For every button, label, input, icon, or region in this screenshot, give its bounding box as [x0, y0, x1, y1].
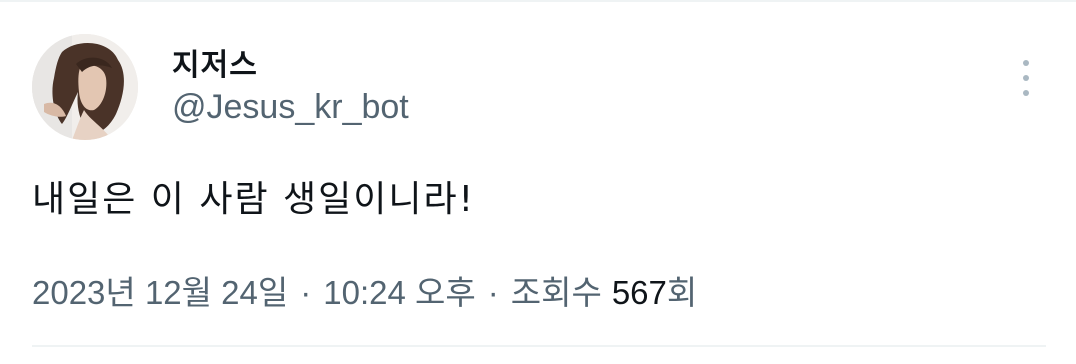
more-vertical-icon-dot-3	[1023, 90, 1029, 96]
more-options-button[interactable]	[1010, 56, 1042, 100]
top-divider	[0, 0, 1076, 2]
avatar[interactable]	[32, 34, 138, 140]
views-count[interactable]: 567	[612, 274, 667, 312]
tweet-metadata: 2023년 12월 24일 · 10:24 오후 · 조회수 567 회	[32, 266, 697, 314]
views-suffix: 회	[666, 274, 698, 311]
separator: ·	[487, 274, 499, 311]
bottom-divider	[32, 345, 1046, 347]
separator: ·	[300, 274, 312, 311]
display-name[interactable]: 지저스	[172, 40, 258, 84]
tweet-date[interactable]: 2023년 12월 24일	[32, 266, 288, 314]
more-vertical-icon-dot-1	[1023, 60, 1029, 66]
avatar-image	[32, 34, 138, 140]
user-handle[interactable]: @Jesus_kr_bot	[172, 88, 409, 127]
tweet-time[interactable]: 10:24 오후	[323, 266, 475, 314]
tweet-text: 내일은 이 사람 생일이니라!	[32, 179, 476, 220]
views-label: 조회수	[510, 274, 602, 311]
more-vertical-icon-dot-2	[1023, 75, 1029, 81]
